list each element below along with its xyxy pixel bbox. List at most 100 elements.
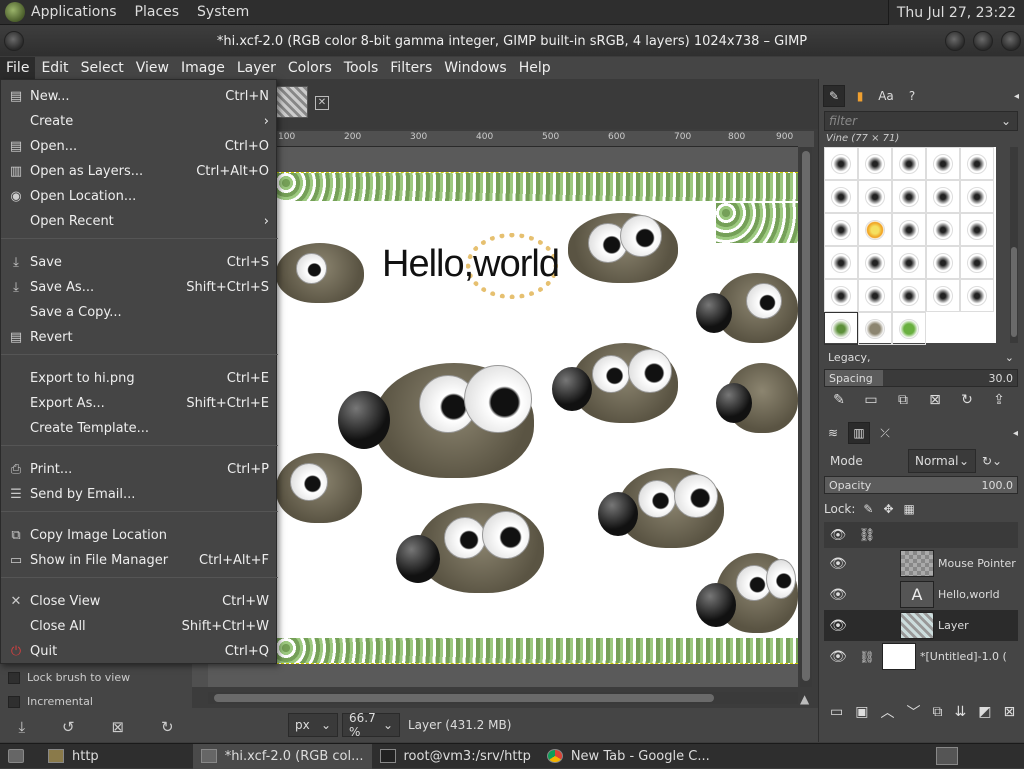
chain-icon[interactable]: ⛓ [852,528,882,543]
eye-icon[interactable]: 👁 [824,649,852,665]
brush-cell[interactable] [858,279,892,312]
brush-cell[interactable] [926,147,960,180]
menu-item-export-to[interactable]: Export to hi.png Ctrl+E [1,366,278,391]
menu-item-open-recent[interactable]: Open Recent › [1,209,278,234]
clock[interactable]: Thu Jul 27, 23:22 [887,0,1024,25]
brushes-tab-icon[interactable]: ✎ [823,85,845,107]
merge-down-icon[interactable]: ⇊ [954,704,966,720]
add-mask-icon[interactable]: ◩ [978,704,991,720]
brush-cell-vine[interactable] [824,312,858,345]
paths-tab-icon[interactable]: ⤫ [874,422,896,444]
brush-cell[interactable] [824,213,858,246]
menu-item-export-as[interactable]: Export As... Shift+Ctrl+E [1,391,278,416]
mode-select[interactable]: Normal ⌄ [908,449,976,473]
delete-options-icon[interactable]: ⊠ [111,718,124,736]
brush-cell[interactable] [824,147,858,180]
layer-row[interactable]: 👁 Layer [824,610,1018,641]
menu-item-create-template[interactable]: Create Template... [1,416,278,441]
menu-view[interactable]: View [130,57,175,79]
opacity-slider[interactable]: Opacity 100.0 [824,476,1018,494]
image-tab-thumbnail[interactable] [276,86,308,118]
horizontal-ruler[interactable]: 100 200 300 400 500 600 700 800 900 [276,131,798,147]
taskbar-task[interactable]: root@vm3:/srv/http [372,744,539,769]
taskbar-task-gimp[interactable]: *hi.xcf-2.0 (RGB col... [192,743,372,769]
layer-row[interactable]: 👁 A Hello,world [824,579,1018,610]
menu-item-copy-image-location[interactable]: ⧉ Copy Image Location [1,523,278,548]
brush-cell[interactable] [926,180,960,213]
menu-windows[interactable]: Windows [438,57,513,79]
window-title-bar[interactable]: *hi.xcf-2.0 (RGB color 8-bit gamma integ… [0,26,1024,56]
menu-item-show-in-file-manager[interactable]: ▭ Show in File Manager Ctrl+Alt+F [1,548,278,573]
help-tab-icon[interactable]: ? [901,85,923,107]
menu-item-close-view[interactable]: ✕ Close View Ctrl+W [1,589,278,614]
maximize-button[interactable] [973,31,993,51]
brush-cell[interactable] [858,180,892,213]
menu-item-quit[interactable]: ⏻ Quit Ctrl+Q [1,639,278,664]
brush-cell[interactable] [926,279,960,312]
spacing-slider[interactable]: Spacing 30.0 [824,369,1018,387]
minimize-button[interactable] [945,31,965,51]
lock-position-icon[interactable]: ✥ [883,502,893,516]
brush-grid[interactable] [824,147,996,345]
delete-brush-icon[interactable]: ⊠ [924,389,946,411]
brush-grid-scroll-thumb[interactable] [1011,247,1017,337]
system-menu-applications[interactable]: Applications [31,4,117,20]
brush-cell[interactable] [858,213,892,246]
menu-item-send-by-email[interactable]: ☰ Send by Email... [1,482,278,507]
brush-filter-input[interactable]: filter ⌄ [824,111,1018,131]
chevron-down-icon[interactable]: ⌄ [1001,114,1011,128]
lock-brush-checkbox[interactable] [8,671,20,684]
horizontal-scroll-thumb[interactable] [214,694,714,702]
menu-item-open-location[interactable]: ◉ Open Location... [1,184,278,209]
taskbar-task[interactable]: New Tab - Google C... [539,744,718,769]
vertical-scroll-thumb[interactable] [802,151,810,681]
refresh-brushes-icon[interactable]: ↻ [956,389,978,411]
brush-cell[interactable] [892,312,926,345]
brush-cell[interactable] [960,147,994,180]
brush-cell[interactable] [892,180,926,213]
brush-cell[interactable] [926,213,960,246]
brush-cell[interactable] [824,279,858,312]
incremental-checkbox[interactable] [8,695,20,708]
menu-item-print[interactable]: ⎙ Print... Ctrl+P [1,457,278,482]
dock-menu-icon[interactable]: ◂ [1013,428,1018,439]
brush-cell[interactable] [892,246,926,279]
menu-edit[interactable]: Edit [35,57,74,79]
channels-tab-icon[interactable]: ▥ [848,422,870,444]
layer-row[interactable]: 👁 ⛓ *[Untitled]-1.0 ( [824,641,1018,672]
image-canvas[interactable]: Hello,world [276,172,798,664]
close-image-tab-icon[interactable]: ✕ [315,96,329,110]
lock-pixels-icon[interactable]: ✎ [863,502,873,516]
eye-icon[interactable]: 👁 [824,618,852,634]
brush-cell[interactable] [960,180,994,213]
workspace-switcher[interactable] [936,747,958,765]
menu-item-revert[interactable]: ▤ Revert [1,325,278,350]
menu-item-save-a-copy[interactable]: Save a Copy... [1,300,278,325]
switch-mode-icon[interactable]: ↻⌄ [982,454,1002,468]
delete-layer-icon[interactable]: ⊠ [1003,704,1015,720]
navigate-icon[interactable]: ▲ [800,692,814,706]
menu-layer[interactable]: Layer [231,57,282,79]
distro-logo-icon[interactable] [5,2,25,22]
brush-cell[interactable] [858,312,892,345]
zoom-select[interactable]: 66.7 % ⌄ [342,711,400,739]
fonts-tab-icon[interactable]: Aa [875,85,897,107]
menu-file[interactable]: File [0,57,36,79]
brush-cell[interactable] [824,246,858,279]
incremental-option[interactable]: Incremental [8,695,93,708]
lower-layer-icon[interactable]: ﹀ [906,702,920,722]
menu-item-save-as[interactable]: ⤓ Save As... Shift+Ctrl+S [1,275,278,300]
save-options-icon[interactable]: ⤓ [18,718,25,736]
brush-preset-select[interactable]: Legacy, ⌄ [824,348,1018,366]
reset-options-icon[interactable]: ↻ [161,718,174,736]
brush-cell[interactable] [892,147,926,180]
brush-cell[interactable] [892,213,926,246]
system-menu-places[interactable]: Places [135,4,180,20]
edit-brush-icon[interactable]: ✎ [828,389,850,411]
eye-icon[interactable]: 👁 [824,528,852,543]
patterns-tab-icon[interactable]: ▮ [849,85,871,107]
menu-item-close-all[interactable]: Close All Shift+Ctrl+W [1,614,278,639]
quick-mask-corner[interactable] [798,131,814,147]
menu-help[interactable]: Help [513,57,557,79]
raise-layer-icon[interactable]: ︿ [880,702,894,722]
